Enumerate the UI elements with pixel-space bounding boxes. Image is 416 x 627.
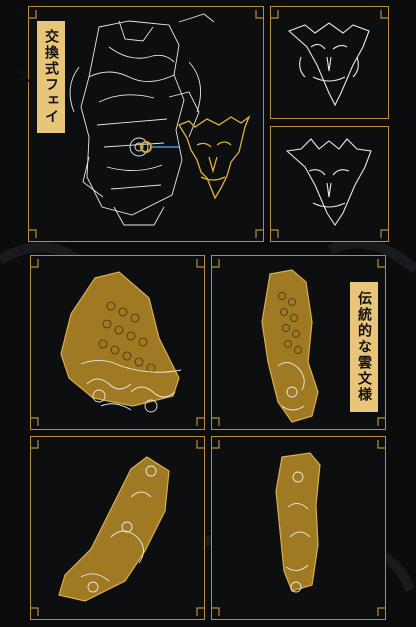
leg-armor-panel-right [211,436,386,620]
face-main-panel: 交換式フェイス [15,6,264,242]
shoulder-armor-drawing [60,271,182,413]
leg-armor-right-drawing [275,452,321,593]
face-option-1-drawing [287,22,370,107]
face-option-panel-1 [270,6,389,119]
page: 交換式フェイス 伝統的な雲文様 [0,0,416,627]
arm-armor-panel: 伝統的な雲文様 [211,255,386,430]
shoulder-armor-panel [30,255,205,430]
exchangeable-face-gold-outline [178,115,251,200]
face-option-2-drawing [285,138,372,226]
leg-armor-left-drawing [58,456,170,602]
face-title-label: 交換式フェイス [15,21,65,133]
face-option-panel-2 [270,126,389,242]
leg-armor-panel-left [30,436,205,620]
pattern-title-label: 伝統的な雲文様 [350,282,378,412]
